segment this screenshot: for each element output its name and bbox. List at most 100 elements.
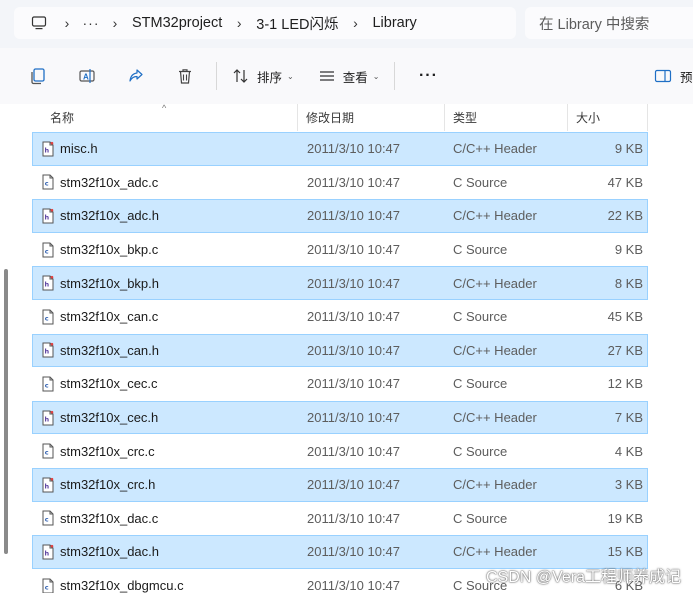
vertical-scrollbar[interactable] <box>4 269 8 554</box>
column-name-label: 名称 <box>50 111 75 125</box>
file-size: 9 KB <box>614 242 643 258</box>
toolbar-divider <box>394 62 396 90</box>
column-header-date[interactable]: 修改日期 <box>298 104 445 131</box>
delete-icon <box>178 69 191 84</box>
file-name: stm32f10x_dac.h <box>60 544 160 560</box>
header-file-icon: h <box>35 401 60 434</box>
column-header-size[interactable]: 大小 <box>568 104 648 131</box>
breadcrumb-item-stm32project[interactable]: STM32project <box>128 15 226 31</box>
file-name: stm32f10x_adc.h <box>60 208 160 224</box>
address-bar: › ··· › STM32project › 3-1 LED闪烁 › Libra… <box>0 0 693 48</box>
file-row[interactable]: c stm32f10x_dac.c 2011/3/10 10:47 C Source 1… <box>32 502 648 536</box>
file-row[interactable]: c stm32f10x_crc.c 2011/3/10 10:47 C Source 4… <box>32 434 648 468</box>
file-date: 2011/3/10 10:47 <box>307 309 401 325</box>
c-source-file-icon: c <box>35 502 60 535</box>
svg-text:h: h <box>44 549 49 557</box>
chevron-down-icon: ⌄ <box>372 71 380 81</box>
file-name: stm32f10x_dac.c <box>60 510 159 526</box>
column-header-name[interactable]: ^ 名称 <box>32 104 298 131</box>
file-row[interactable]: h misc.h 2011/3/10 10:47 C/C++ Header 9 KB <box>32 132 648 166</box>
preview-label: 预 <box>680 70 693 85</box>
sort-ascending-icon: ^ <box>162 104 167 113</box>
svg-text:h: h <box>44 415 49 423</box>
chevron-right-icon[interactable]: › <box>226 15 252 31</box>
file-row[interactable]: c stm32f10x_can.c 2011/3/10 10:47 C Source 4… <box>32 300 648 334</box>
file-date: 2011/3/10 10:47 <box>307 578 401 593</box>
file-type: C/C++ Header <box>453 410 537 426</box>
svg-text:A: A <box>83 73 89 82</box>
sort-icon <box>233 69 248 83</box>
file-date: 2011/3/10 10:47 <box>307 510 401 526</box>
file-name: misc.h <box>60 141 98 157</box>
file-size: 15 KB <box>607 544 643 560</box>
file-row[interactable]: h stm32f10x_adc.h 2011/3/10 10:47 C/C++ Hea… <box>32 199 648 233</box>
header-file-icon: h <box>35 334 60 367</box>
breadcrumb-item-led[interactable]: 3-1 LED闪烁 <box>252 13 342 34</box>
chevron-right-icon[interactable]: › <box>54 15 80 31</box>
file-row[interactable]: c stm32f10x_adc.c 2011/3/10 10:47 C Source 4… <box>32 166 648 200</box>
copy-button[interactable] <box>13 56 62 96</box>
file-row[interactable]: c stm32f10x_cec.c 2011/3/10 10:47 C Source 1… <box>32 367 648 401</box>
toolbar-divider <box>216 62 217 90</box>
share-icon <box>128 69 143 82</box>
svg-text:c: c <box>44 583 48 591</box>
svg-text:c: c <box>44 180 48 188</box>
file-date: 2011/3/10 10:47 <box>307 275 401 291</box>
file-name: stm32f10x_adc.c <box>60 174 159 190</box>
column-date-label: 修改日期 <box>306 111 355 125</box>
file-row[interactable]: h stm32f10x_crc.h 2011/3/10 10:47 C/C++ Hea… <box>32 467 648 502</box>
view-button[interactable]: 查看 ⌄ <box>310 56 388 96</box>
file-row[interactable]: h stm32f10x_cec.h 2011/3/10 10:47 C/C++ Hea… <box>32 400 648 435</box>
svg-text:c: c <box>44 516 48 524</box>
chevron-down-icon: ⌄ <box>287 71 294 81</box>
file-row[interactable]: h stm32f10x_can.h 2011/3/10 10:47 C/C++ Hea… <box>32 333 648 368</box>
header-file-icon: h <box>35 535 60 568</box>
search-input[interactable]: 在 Library 中搜索 <box>525 7 693 39</box>
file-type: C Source <box>453 510 508 526</box>
file-type: C/C++ Header <box>453 342 537 358</box>
chevron-right-icon[interactable]: › <box>342 15 368 31</box>
sort-button[interactable]: 排序 ⌄ <box>224 56 302 96</box>
rename-button[interactable]: A <box>62 56 111 96</box>
file-row[interactable]: c stm32f10x_bkp.c 2011/3/10 10:47 C Source 9… <box>32 233 648 267</box>
preview-pane-button[interactable]: 预 <box>654 56 693 96</box>
breadcrumb-overflow[interactable]: ··· <box>80 15 102 31</box>
chevron-right-icon[interactable]: › <box>102 15 128 31</box>
file-date: 2011/3/10 10:47 <box>307 242 401 258</box>
column-header-type[interactable]: 类型 <box>445 104 568 131</box>
file-date: 2011/3/10 10:47 <box>307 477 401 493</box>
file-name: stm32f10x_crc.c <box>60 443 155 459</box>
more-options-button[interactable]: ··· <box>408 56 448 96</box>
file-date: 2011/3/10 10:47 <box>307 174 401 190</box>
share-button[interactable] <box>111 56 160 96</box>
file-size: 12 KB <box>607 376 643 392</box>
header-file-icon: h <box>35 468 60 501</box>
delete-button[interactable] <box>160 56 209 96</box>
file-size: 8 KB <box>614 275 643 291</box>
file-date: 2011/3/10 10:47 <box>307 208 401 224</box>
svg-text:h: h <box>44 213 49 221</box>
breadcrumb-item-library[interactable]: Library <box>368 15 420 31</box>
svg-text:h: h <box>44 146 49 154</box>
file-name: stm32f10x_bkp.h <box>60 275 160 291</box>
svg-text:h: h <box>44 281 49 289</box>
breadcrumb[interactable]: › ··· › STM32project › 3-1 LED闪烁 › Libra… <box>14 7 516 39</box>
file-type: C Source <box>453 443 508 459</box>
c-source-file-icon: c <box>35 569 60 593</box>
svg-text:h: h <box>44 348 49 356</box>
file-date: 2011/3/10 10:47 <box>307 342 401 358</box>
header-file-icon: h <box>35 199 60 232</box>
file-date: 2011/3/10 10:47 <box>307 443 401 459</box>
column-size-label: 大小 <box>576 111 601 125</box>
file-rows: h misc.h 2011/3/10 10:47 C/C++ Header 9 KB c s… <box>32 132 648 593</box>
file-type: C/C++ Header <box>453 275 537 291</box>
c-source-file-icon: c <box>35 435 60 468</box>
file-row[interactable]: h stm32f10x_bkp.h 2011/3/10 10:47 C/C++ Hea… <box>32 266 648 300</box>
file-type: C/C++ Header <box>453 141 537 157</box>
file-size: 3 KB <box>614 477 643 493</box>
watermark: CSDN @Vera工程师养成记 <box>486 569 681 586</box>
header-file-icon: h <box>35 267 60 300</box>
file-size: 47 KB <box>607 174 643 190</box>
computer-icon[interactable] <box>24 7 54 39</box>
svg-text:h: h <box>44 482 49 490</box>
